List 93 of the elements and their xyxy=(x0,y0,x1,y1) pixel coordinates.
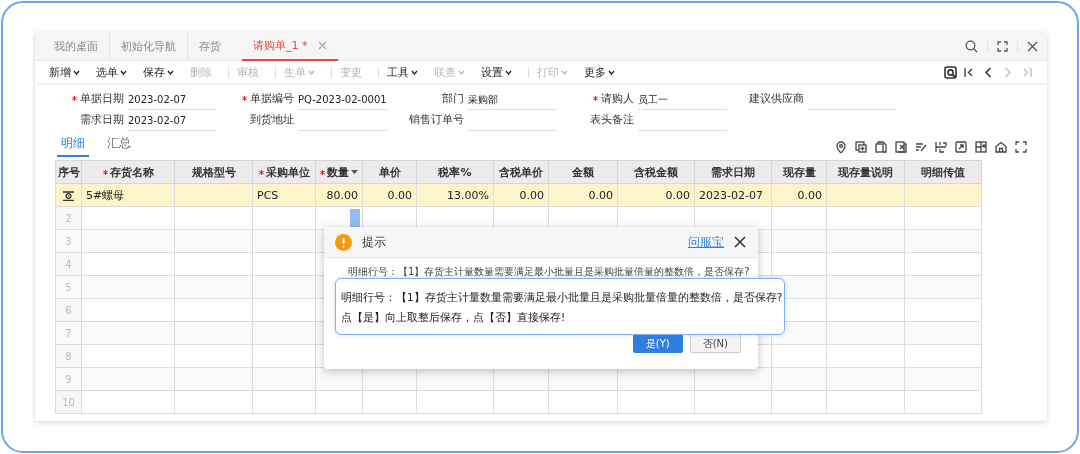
table-cell: 5#螺母 xyxy=(86,188,125,202)
toolbar-button[interactable]: 新增 xyxy=(49,62,88,82)
detail-tab[interactable]: 明细 xyxy=(57,135,89,157)
field-label: 单据编号 xyxy=(242,91,294,106)
column-header[interactable]: 需求日期 xyxy=(694,160,772,184)
row-number: 5 xyxy=(65,281,72,293)
row-number: 7 xyxy=(65,327,72,339)
field-label: 建议供应商 xyxy=(749,91,804,106)
input-field[interactable]: PQ-2023-02-0001 xyxy=(298,92,387,110)
edit-lines-icon[interactable] xyxy=(915,141,927,153)
input-field[interactable]: 2023-02-07 xyxy=(128,92,217,110)
column-header[interactable]: 含税单价 xyxy=(493,160,549,184)
column-header[interactable]: 税率% xyxy=(416,160,494,184)
column-header[interactable]: 单价 xyxy=(362,160,417,184)
required-mark-icon xyxy=(320,169,325,175)
required-mark-icon xyxy=(593,96,598,101)
caret-icon xyxy=(167,69,174,75)
location-pin-icon[interactable] xyxy=(835,141,847,153)
column-header[interactable]: 现存量说明 xyxy=(826,160,905,184)
caret-icon xyxy=(120,69,127,75)
split-rows-icon[interactable] xyxy=(935,141,947,153)
field-label: 请购人 xyxy=(593,91,634,106)
home-icon[interactable] xyxy=(995,141,1007,153)
caret-icon xyxy=(73,69,80,75)
dialog-title: 提示 xyxy=(362,233,386,251)
field-label: 单据日期 xyxy=(72,91,124,106)
caret-icon xyxy=(411,69,418,75)
help-link[interactable]: 问服宝 xyxy=(688,233,724,251)
row-number: 9 xyxy=(65,373,72,385)
tooltip-text: 明细行号：【1】存货主计量数量需要满足最小批量且是采购批量倍量的整数倍，是否保存? xyxy=(341,290,784,305)
table-cell: 2023-02-07 xyxy=(699,188,763,202)
page-tab[interactable]: 存货 xyxy=(188,33,232,61)
column-header[interactable]: 序号 xyxy=(55,160,82,184)
delete-document-icon[interactable] xyxy=(895,141,907,153)
column-header[interactable]: 规格型号 xyxy=(174,160,253,184)
sort-icon[interactable] xyxy=(351,170,358,174)
preview-icon[interactable] xyxy=(944,65,957,79)
column-header[interactable]: 含税金额 xyxy=(617,160,695,184)
toolbar-button[interactable]: 设置 xyxy=(481,62,520,82)
required-mark-icon xyxy=(258,169,264,175)
page-tab[interactable]: 我的桌面 xyxy=(43,33,110,61)
dialog-message: 明细行号：【1】存货主计量数量需要满足最小批量且是采购批量倍量的整数倍，是否保存? xyxy=(347,265,751,278)
required-mark-icon xyxy=(102,169,108,175)
row-handle-icon[interactable] xyxy=(63,190,74,201)
required-mark-icon xyxy=(242,96,247,101)
input-field[interactable]: 员工一 xyxy=(638,92,727,110)
row-number: 2 xyxy=(65,212,72,224)
caret-icon xyxy=(505,69,512,75)
field-label: 销售订单号 xyxy=(409,112,464,127)
column-header[interactable]: 明细传值 xyxy=(904,160,982,184)
toolbar-button[interactable]: 更多 xyxy=(584,62,623,82)
table-cell: 0.00 xyxy=(588,188,613,202)
field-label: 到货地址 xyxy=(250,112,294,127)
input-field[interactable]: 2023-02-07 xyxy=(128,113,217,131)
required-mark-icon xyxy=(72,96,77,101)
column-header[interactable]: 数量 xyxy=(315,160,363,184)
table-cell: 0.00 xyxy=(797,188,822,202)
table-cell: 80.00 xyxy=(326,188,358,202)
column-header[interactable]: 现存量 xyxy=(771,160,827,184)
column-header[interactable]: 存货名称 xyxy=(81,160,175,184)
column-header[interactable]: 采购单位 xyxy=(252,160,316,184)
export-icon[interactable] xyxy=(955,141,967,153)
close-icon[interactable] xyxy=(734,236,746,248)
tooltip-text: 点【是】向上取整后保存，点【否】直接保存! xyxy=(341,310,567,325)
column-header[interactable]: 金额 xyxy=(548,160,618,184)
caret-icon xyxy=(561,69,568,75)
input-field[interactable]: 采购部 xyxy=(468,92,557,110)
caret-icon xyxy=(458,69,465,75)
warning-icon xyxy=(335,233,352,251)
row-header-cell[interactable] xyxy=(55,183,82,207)
row-number: 10 xyxy=(62,396,75,408)
toolbar-button[interactable]: 保存 xyxy=(143,62,182,82)
add-copy-icon[interactable] xyxy=(855,141,867,153)
field-label: 表头备注 xyxy=(590,112,634,127)
row-number: 4 xyxy=(65,258,72,270)
detail-tab[interactable]: 汇总 xyxy=(103,135,135,157)
field-label: 部门 xyxy=(442,91,464,106)
toolbar-button[interactable]: 选单 xyxy=(96,62,135,82)
row-number: 8 xyxy=(65,350,72,362)
fullscreen-icon[interactable] xyxy=(1015,141,1027,153)
row-number: 6 xyxy=(65,304,72,316)
table-cell: 0.00 xyxy=(387,188,412,202)
table-cell: 0.00 xyxy=(665,188,690,202)
row-number: 3 xyxy=(65,235,72,247)
caret-icon xyxy=(308,69,315,75)
field-label: 需求日期 xyxy=(80,112,124,127)
table-cell: 0.00 xyxy=(519,188,544,202)
page-tab[interactable]: 请购单_1 * xyxy=(242,33,338,61)
table-cell: 13.00% xyxy=(447,188,489,202)
copy-icon[interactable] xyxy=(875,141,887,153)
insert-column-icon[interactable] xyxy=(975,141,987,153)
table-cell: PCS xyxy=(257,188,279,202)
caret-icon xyxy=(608,69,615,75)
